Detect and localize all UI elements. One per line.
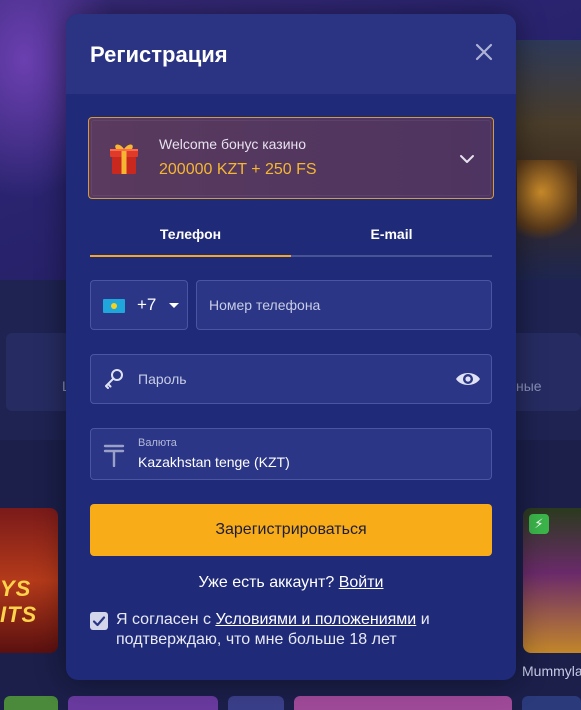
- have-account-text: Уже есть аккаунт?: [198, 574, 335, 591]
- background-card-label: ные: [516, 378, 542, 394]
- kazakhstan-flag-icon: [103, 299, 125, 313]
- modal-header: Регистрация: [66, 14, 516, 94]
- phone-input[interactable]: Номер телефона: [196, 280, 492, 330]
- background-game-art: [515, 40, 581, 280]
- key-icon: [105, 369, 123, 389]
- country-code: +7: [137, 295, 157, 314]
- login-link[interactable]: Войти: [339, 574, 384, 591]
- close-button[interactable]: [468, 36, 500, 68]
- consent-checkbox[interactable]: [90, 612, 108, 630]
- lightning-badge-icon: ⚡: [529, 514, 549, 534]
- phone-placeholder: Номер телефона: [209, 297, 321, 313]
- password-input[interactable]: Пароль: [90, 354, 492, 404]
- currency-select[interactable]: Валюта Kazakhstan tenge (KZT): [90, 428, 492, 480]
- gift-icon: [110, 144, 138, 174]
- terms-link[interactable]: Условиями и положениями: [215, 611, 416, 628]
- password-placeholder: Пароль: [138, 371, 187, 387]
- currency-value: Kazakhstan tenge (KZT): [138, 454, 290, 470]
- consent-text: Я согласен с Условиями и положениями и п…: [116, 610, 496, 650]
- consent-prefix: Я согласен с: [116, 611, 211, 628]
- registration-tabs: Телефон E-mail: [90, 219, 492, 257]
- register-button[interactable]: Зарегистрироваться: [90, 504, 492, 556]
- checkmark-icon: [92, 616, 106, 627]
- tab-email[interactable]: E-mail: [291, 219, 492, 257]
- country-code-select[interactable]: +7: [90, 280, 188, 330]
- welcome-bonus-select[interactable]: Welcome бонус казино 200000 KZT + 250 FS: [88, 117, 494, 199]
- background-bottom-tiles: [0, 696, 581, 710]
- have-account-row: Уже есть аккаунт? Войти: [66, 574, 516, 592]
- modal-title: Регистрация: [90, 42, 228, 67]
- chevron-down-icon: [460, 155, 474, 163]
- background-game-tile[interactable]: ⚡: [523, 508, 581, 653]
- bonus-label: Welcome бонус казино: [159, 136, 307, 152]
- registration-modal: Регистрация Welcome бонус казино 200000 …: [66, 14, 516, 680]
- eye-icon[interactable]: [455, 368, 481, 390]
- game-art-gold: [517, 160, 577, 240]
- game-tile-title: YS ITS: [0, 576, 38, 627]
- caret-down-icon: [169, 303, 179, 308]
- tenge-icon: [103, 444, 125, 467]
- bonus-value: 200000 KZT + 250 FS: [159, 161, 317, 178]
- currency-label: Валюта: [138, 437, 177, 449]
- game-tile-label: Mummyla: [522, 663, 581, 679]
- close-icon: [475, 43, 493, 61]
- background-game-tile[interactable]: YS ITS: [0, 508, 58, 653]
- tab-phone[interactable]: Телефон: [90, 219, 291, 257]
